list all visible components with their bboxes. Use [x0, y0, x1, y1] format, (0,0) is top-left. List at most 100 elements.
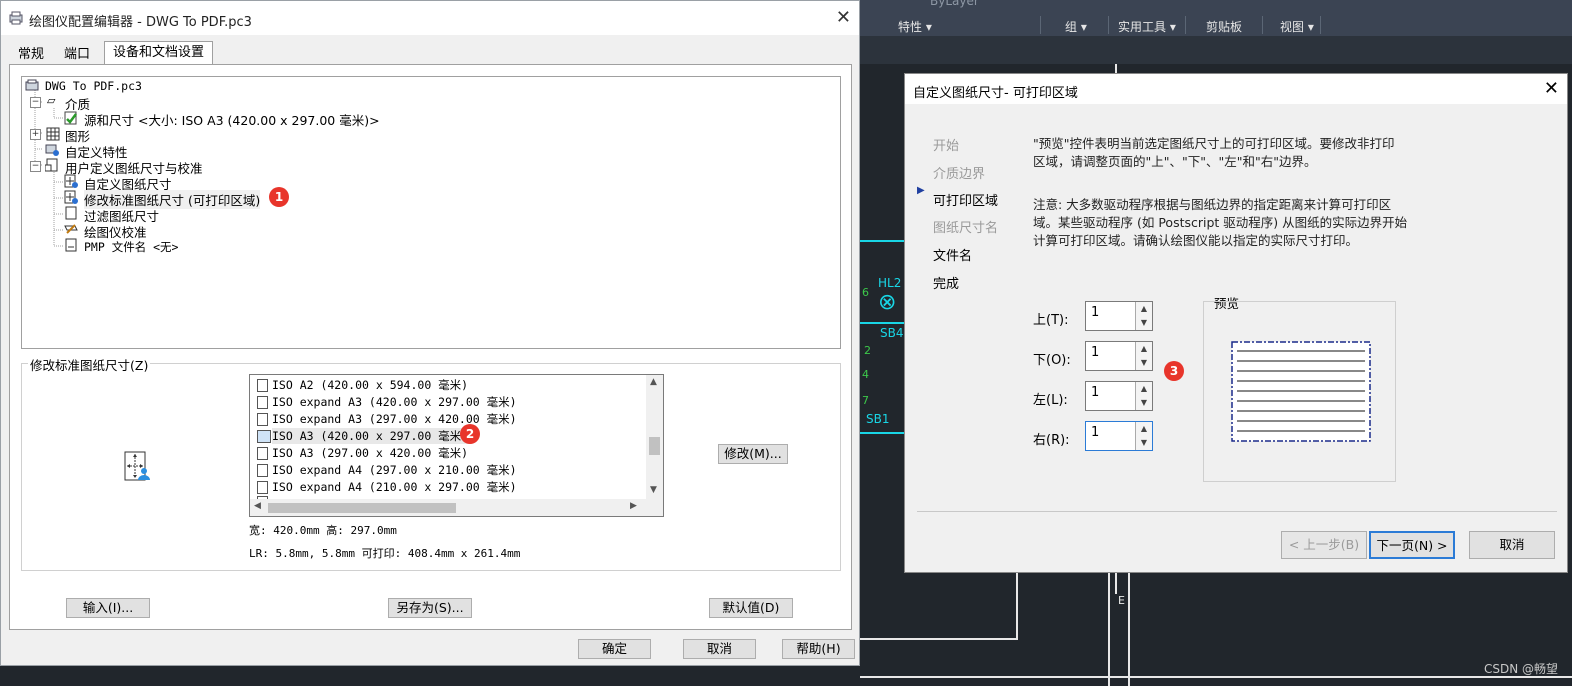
plotter-config-dialog: 绘图仪配置编辑器 - DWG To PDF.pc3 ✕ 常规 端口 设备和文档设… — [0, 0, 860, 666]
step-paper-size-name: 图纸尺寸名 — [933, 221, 999, 236]
layer-value: ByLayer — [930, 0, 979, 8]
document-tab-bar — [860, 36, 1572, 64]
separator — [917, 511, 1557, 512]
vertical-scroll-thumb[interactable] — [649, 437, 660, 455]
right-margin-value[interactable]: 1 — [1091, 425, 1099, 440]
label-sb1: SB1 — [866, 412, 890, 426]
scroll-right-icon[interactable]: ▶ — [630, 501, 637, 511]
paper-icon — [257, 379, 268, 392]
custom-properties-icon — [45, 144, 59, 156]
dialog-titlebar: 自定义图纸尺寸- 可打印区域 ✕ — [905, 74, 1567, 104]
step-file-name: 文件名 — [933, 249, 973, 264]
top-margin-value[interactable]: 1 — [1091, 305, 1099, 320]
bottom-margin-spinner[interactable]: 1 ▲ ▼ — [1085, 341, 1153, 371]
help-button[interactable]: 帮助(H) — [782, 639, 855, 659]
wire-num-7: 7 — [862, 394, 869, 407]
spin-up-icon[interactable]: ▲ — [1135, 302, 1152, 316]
top-margin-spinner[interactable]: 1 ▲ ▼ — [1085, 301, 1153, 331]
import-button[interactable]: 输入(I)... — [66, 598, 150, 618]
description-paragraph: "预览"控件表明当前选定图纸尺寸上的可打印区域。要修改非打印 区域，请调整页面的… — [1033, 136, 1395, 169]
save-as-button[interactable]: 另存为(S)... — [388, 598, 472, 618]
ribbon-group-utilities[interactable]: 实用工具 ▾ — [1118, 18, 1176, 35]
list-item-selected[interactable]: ISO A3 (420.00 x 297.00 毫米) — [272, 428, 469, 444]
modify-standard-size-icon — [64, 190, 78, 204]
ok-button[interactable]: 确定 — [578, 639, 651, 659]
scroll-down-icon[interactable]: ▼ — [650, 485, 657, 495]
list-item[interactable]: ISO expand A3 (297.00 x 420.00 毫米) — [272, 411, 517, 427]
step-printable-area: 可打印区域 — [933, 194, 999, 209]
collapse-toggle-user-defined[interactable]: − — [30, 161, 41, 172]
collapse-toggle-media[interactable]: − — [30, 97, 41, 108]
note-paragraph: 注意: 大多数驱动程序根据与图纸边界的指定距离来计算可打印区 域。某些驱动程序 … — [1033, 197, 1408, 248]
paper-size-list[interactable]: ISO A2 (420.00 x 594.00 毫米) ISO expand A… — [249, 374, 664, 517]
list-item[interactable]: ISO expand A4 (210.00 x 297.00 毫米) — [272, 479, 517, 495]
lamp-symbol: ⊗ — [878, 290, 897, 315]
list-item[interactable]: ISO expand A3 (420.00 x 297.00 毫米) — [272, 394, 517, 410]
horizontal-scroll-thumb[interactable] — [268, 503, 456, 513]
dialog-titlebar: 绘图仪配置编辑器 - DWG To PDF.pc3 ✕ — [1, 1, 859, 35]
filter-paper-icon — [65, 206, 77, 220]
paper-selected-icon — [257, 430, 271, 443]
next-button[interactable]: 下一页(N) > — [1369, 531, 1455, 559]
ribbon-group-view[interactable]: 视图 ▾ — [1280, 18, 1314, 35]
modify-button[interactable]: 修改(M)... — [718, 444, 788, 464]
close-button[interactable]: ✕ — [1544, 78, 1559, 99]
spin-down-icon[interactable]: ▼ — [1135, 436, 1152, 450]
list-item[interactable]: ISO expand A4 (297.00 x 210.00 毫米) — [272, 462, 517, 478]
wire-num-2: 2 — [864, 344, 871, 357]
ribbon-group-group[interactable]: 组 ▾ — [1065, 18, 1087, 35]
tree-source-size[interactable]: 源和尺寸 <大小: ISO A3 (420.00 x 297.00 毫米)> — [84, 110, 380, 129]
list-item[interactable]: ISO A2 (420.00 x 594.00 毫米) — [272, 377, 468, 393]
paper-icon — [257, 447, 268, 460]
spin-up-icon[interactable]: ▲ — [1135, 342, 1152, 356]
ribbon-group-clipboard[interactable]: 剪贴板 — [1206, 18, 1242, 35]
wire-num-4: 4 — [862, 368, 869, 381]
spin-down-icon[interactable]: ▼ — [1135, 356, 1152, 370]
spin-down-icon[interactable]: ▼ — [1135, 316, 1152, 330]
tree-pmp-file[interactable]: PMP 文件名 <无> — [84, 239, 178, 255]
label-sb4: SB4 — [880, 326, 904, 340]
media-icon: ▱ — [47, 94, 56, 107]
tree-root[interactable]: DWG To PDF.pc3 — [45, 79, 142, 93]
annotation-badge-2: 2 — [460, 424, 480, 444]
bottom-margin-label: 下(O): — [1033, 353, 1071, 368]
cancel-button[interactable]: 取消 — [1469, 531, 1555, 559]
annotation-badge-1: 1 — [269, 187, 289, 207]
spin-down-icon[interactable]: ▼ — [1135, 396, 1152, 410]
user-defined-paper-icon — [45, 158, 58, 172]
custom-paper-size-dialog: 自定义图纸尺寸- 可打印区域 ✕ 开始 介质边界 ▶ 可打印区域 图纸尺寸名 文… — [904, 73, 1568, 573]
paper-icon — [257, 396, 268, 409]
right-margin-label: 右(R): — [1033, 433, 1070, 448]
paper-icon — [257, 413, 268, 426]
left-margin-label: 左(L): — [1033, 393, 1068, 408]
horizontal-scrollbar[interactable]: ◀ ▶ — [250, 499, 663, 516]
calibration-icon — [64, 224, 78, 234]
back-button[interactable]: < 上一步(B) — [1281, 531, 1367, 559]
left-margin-value[interactable]: 1 — [1091, 385, 1099, 400]
defaults-button[interactable]: 默认值(D) — [709, 598, 793, 618]
source-size-icon — [64, 111, 77, 125]
close-button[interactable]: ✕ — [836, 7, 851, 28]
scroll-left-icon[interactable]: ◀ — [254, 501, 261, 511]
right-margin-spinner[interactable]: 1 ▲ ▼ — [1085, 421, 1153, 451]
custom-paper-size-icon — [64, 174, 78, 188]
printable-area-preview — [1231, 341, 1371, 442]
graphics-icon — [46, 127, 60, 141]
spin-up-icon[interactable]: ▲ — [1135, 422, 1152, 436]
left-margin-spinner[interactable]: 1 ▲ ▼ — [1085, 381, 1153, 411]
dialog-title: 自定义图纸尺寸- 可打印区域 — [913, 86, 1078, 101]
ribbon-group-properties[interactable]: 特性 ▾ — [898, 18, 932, 35]
watermark: CSDN @畅望 — [1484, 662, 1559, 676]
printable-area-info: LR: 5.8mm, 5.8mm 可打印: 408.4mm x 261.4mm — [249, 547, 521, 560]
expand-toggle-graphics[interactable]: + — [30, 129, 41, 140]
pc3-file-icon — [25, 79, 39, 91]
bottom-margin-value[interactable]: 1 — [1091, 345, 1099, 360]
cancel-button[interactable]: 取消 — [683, 639, 756, 659]
top-margin-label: 上(T): — [1033, 313, 1069, 328]
vertical-scrollbar[interactable]: ▲ ▼ — [646, 375, 663, 499]
step-finish: 完成 — [933, 277, 960, 292]
paper-icon — [257, 464, 268, 477]
list-item[interactable]: ISO A3 (297.00 x 420.00 毫米) — [272, 445, 468, 461]
scroll-up-icon[interactable]: ▲ — [650, 377, 657, 387]
spin-up-icon[interactable]: ▲ — [1135, 382, 1152, 396]
